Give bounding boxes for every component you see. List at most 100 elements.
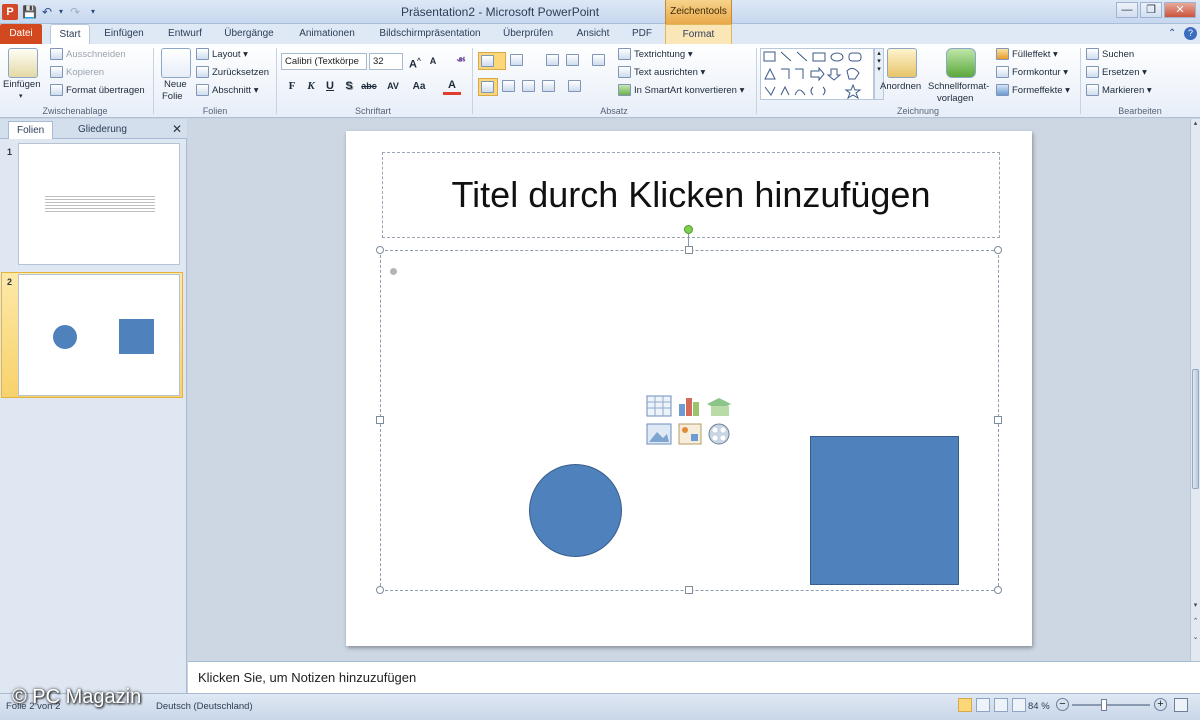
shape-outline-button[interactable]: Formkontur <box>1012 67 1061 78</box>
tab-transitions[interactable]: Übergänge <box>218 24 280 44</box>
paste-dropdown-icon[interactable]: ▾ <box>19 90 23 104</box>
redo-icon[interactable]: ↷ <box>68 5 82 19</box>
increase-indent-icon[interactable] <box>566 54 579 67</box>
undo-icon[interactable]: ↶ <box>40 5 54 19</box>
maximize-button[interactable]: ❐ <box>1140 2 1162 18</box>
arrange-icon[interactable] <box>887 48 917 78</box>
numbering-icon[interactable] <box>510 54 523 67</box>
resize-handle-ne[interactable] <box>994 246 1002 254</box>
circle-shape[interactable] <box>529 464 622 557</box>
vertical-scrollbar[interactable]: ▴ ▾ ⌃ ⌄ <box>1190 119 1200 661</box>
help-icon[interactable]: ? <box>1184 27 1197 40</box>
shadow-button[interactable]: S <box>340 78 358 95</box>
bullets-button[interactable] <box>478 52 506 70</box>
character-spacing-button[interactable]: AV <box>382 78 404 95</box>
grow-font-icon[interactable]: A^ <box>406 53 424 71</box>
decrease-indent-icon[interactable] <box>546 54 559 67</box>
resize-handle-w[interactable] <box>376 416 384 424</box>
italic-button[interactable]: K <box>302 78 320 95</box>
select-button[interactable]: Markieren <box>1102 85 1144 96</box>
shapes-gallery[interactable] <box>760 48 874 100</box>
strikethrough-button[interactable]: abc <box>358 78 380 95</box>
previous-slide-icon[interactable]: ⌃ <box>1191 617 1200 629</box>
font-color-button[interactable]: A <box>443 78 461 95</box>
smartart-button[interactable]: In SmartArt konvertieren <box>634 85 737 96</box>
slide-canvas[interactable]: Titel durch Klicken hinzufügen <box>346 131 1032 646</box>
save-icon[interactable]: 💾 <box>22 5 37 19</box>
tab-file[interactable]: Datei <box>0 24 42 44</box>
ribbon-collapse-icon[interactable]: ⌃ <box>1168 28 1176 39</box>
reading-view-icon[interactable] <box>994 698 1008 712</box>
scroll-down-icon[interactable]: ▾ <box>1191 601 1200 613</box>
new-slide-icon[interactable] <box>161 48 191 78</box>
normal-view-icon[interactable] <box>958 698 972 712</box>
shape-effects-button[interactable]: Formeffekte <box>1012 85 1063 96</box>
slide-thumbnail-2[interactable] <box>18 274 180 396</box>
next-slide-icon[interactable]: ⌄ <box>1191 633 1200 645</box>
content-placeholder[interactable] <box>380 250 999 591</box>
align-right-icon[interactable] <box>522 80 535 93</box>
font-size-select[interactable]: 32 <box>369 53 403 70</box>
customize-qat-icon[interactable]: ▾ <box>86 5 100 19</box>
zoom-slider-track[interactable] <box>1072 704 1150 706</box>
cut-button[interactable]: Ausschneiden <box>66 49 126 60</box>
underline-button[interactable]: U <box>321 78 339 95</box>
zoom-out-icon[interactable]: − <box>1056 698 1069 711</box>
slideshow-view-icon[interactable] <box>1012 698 1026 712</box>
tab-slideshow[interactable]: Bildschirmpräsentation <box>372 24 488 44</box>
resize-handle-e[interactable] <box>994 416 1002 424</box>
zoom-level[interactable]: 84 % <box>1028 701 1050 712</box>
arrange-button[interactable]: Anordnen <box>880 80 921 94</box>
line-spacing-icon[interactable] <box>592 54 605 67</box>
columns-icon[interactable] <box>568 80 581 93</box>
zoom-slider-thumb[interactable] <box>1101 699 1107 711</box>
section-button[interactable]: Abschnitt <box>212 85 251 96</box>
new-slide-label-2[interactable]: Folie <box>162 90 183 104</box>
copy-button[interactable]: Kopieren <box>66 67 104 78</box>
resize-handle-nw[interactable] <box>376 246 384 254</box>
quick-styles-label-2[interactable]: vorlagen <box>937 92 973 106</box>
square-shape[interactable] <box>810 436 959 585</box>
reset-button[interactable]: Zurücksetzen <box>212 67 269 78</box>
tab-review[interactable]: Überprüfen <box>496 24 560 44</box>
resize-handle-n[interactable] <box>685 246 693 254</box>
close-button[interactable]: ✕ <box>1164 2 1196 18</box>
shrink-font-icon[interactable]: A <box>424 53 442 70</box>
find-button[interactable]: Suchen <box>1102 49 1134 60</box>
quick-styles-icon[interactable] <box>946 48 976 78</box>
format-painter-button[interactable]: Format übertragen <box>66 85 145 96</box>
font-name-select[interactable]: Calibri (Textkörpe <box>281 53 367 70</box>
replace-button[interactable]: Ersetzen <box>1102 67 1140 78</box>
clear-formatting-icon[interactable]: ☙ <box>452 52 470 69</box>
align-text-button[interactable]: Text ausrichten <box>634 67 698 78</box>
rotation-handle[interactable] <box>684 225 693 234</box>
tab-design[interactable]: Entwurf <box>160 24 210 44</box>
language-status[interactable]: Deutsch (Deutschland) <box>156 701 253 712</box>
powerpoint-app-icon[interactable]: P <box>2 4 18 20</box>
close-pane-icon[interactable]: ✕ <box>172 122 182 136</box>
undo-dropdown-icon[interactable]: ▾ <box>54 5 68 19</box>
tab-outline[interactable]: Gliederung <box>70 121 135 139</box>
tab-format[interactable]: Format <box>665 24 732 44</box>
zoom-in-icon[interactable]: + <box>1154 698 1167 711</box>
scroll-up-icon[interactable]: ▴ <box>1191 119 1200 131</box>
slide-sorter-icon[interactable] <box>976 698 990 712</box>
scroll-thumb[interactable] <box>1192 369 1199 489</box>
tab-start[interactable]: Start <box>50 24 90 44</box>
align-left-button[interactable] <box>478 78 498 96</box>
tab-slides[interactable]: Folien <box>8 121 54 139</box>
text-direction-button[interactable]: Textrichtung <box>634 49 685 60</box>
resize-handle-se[interactable] <box>994 586 1002 594</box>
justify-icon[interactable] <box>542 80 555 93</box>
fit-to-window-icon[interactable] <box>1174 698 1188 712</box>
minimize-button[interactable]: — <box>1116 2 1138 18</box>
resize-handle-sw[interactable] <box>376 586 384 594</box>
tab-pdf[interactable]: PDF <box>624 24 660 44</box>
tab-insert[interactable]: Einfügen <box>98 24 150 44</box>
change-case-button[interactable]: Aa <box>408 78 430 95</box>
slide-thumbnail-1[interactable] <box>18 143 180 265</box>
tab-view[interactable]: Ansicht <box>570 24 616 44</box>
shape-fill-button[interactable]: Fülleffekt <box>1012 49 1050 60</box>
paste-icon[interactable] <box>8 48 38 78</box>
layout-button[interactable]: Layout <box>212 49 241 60</box>
